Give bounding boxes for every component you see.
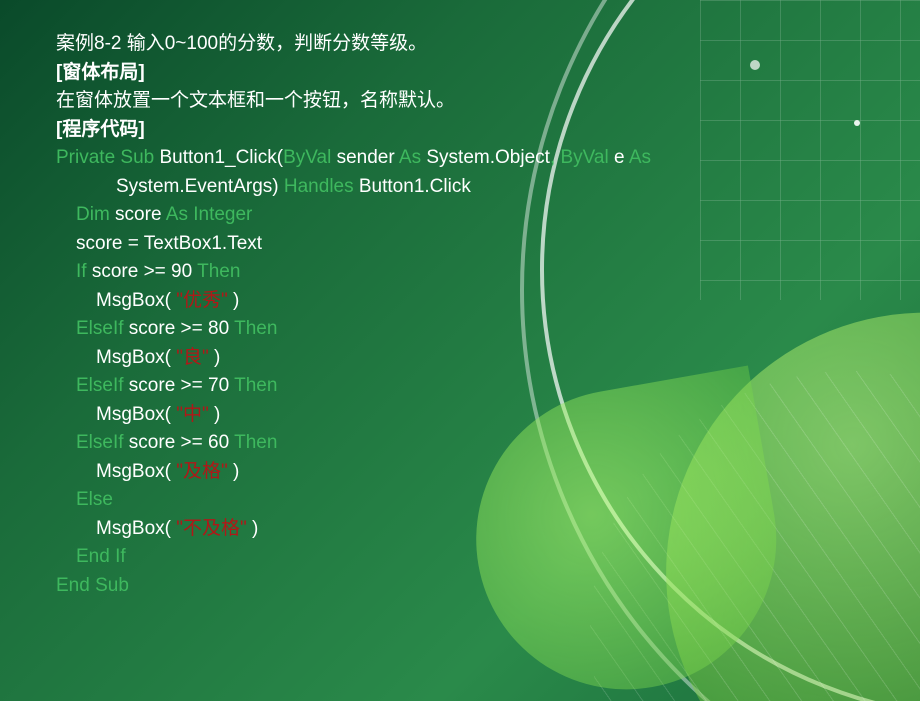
section-heading-code: [程序代码] — [56, 116, 920, 145]
code-text: Button1_Click( — [154, 147, 283, 168]
code-text: Button1.Click — [354, 176, 471, 197]
code-line: Dim score As Integer — [56, 201, 920, 230]
code-text: score >= 60 — [124, 432, 235, 453]
code-line: ElseIf score >= 70 Then — [56, 372, 920, 401]
code-line: MsgBox( "中" ) — [56, 401, 920, 430]
code-text: sender — [331, 147, 399, 168]
code-text: score — [110, 204, 166, 225]
code-text: MsgBox( — [96, 404, 176, 425]
code-text: score >= 70 — [124, 375, 235, 396]
keyword: Then — [234, 375, 277, 396]
keyword: Handles — [284, 176, 354, 197]
code-text: score >= 80 — [124, 318, 235, 339]
keyword: As — [629, 147, 651, 168]
string-literal: "中" — [176, 404, 209, 425]
code-text: , — [550, 147, 561, 168]
code-line: MsgBox( "不及格" ) — [56, 515, 920, 544]
keyword: Then — [234, 318, 277, 339]
keyword: As Integer — [166, 204, 253, 225]
keyword: Dim — [76, 204, 110, 225]
code-line: ElseIf score >= 80 Then — [56, 315, 920, 344]
string-literal: "不及格" — [176, 518, 247, 539]
code-line: ElseIf score >= 60 Then — [56, 429, 920, 458]
code-line: Else — [56, 486, 920, 515]
code-line: score = TextBox1.Text — [56, 230, 920, 259]
code-line: MsgBox( "及格" ) — [56, 458, 920, 487]
case-title: 案例8-2 输入0~100的分数，判断分数等级。 — [56, 30, 920, 59]
code-text: ) — [228, 290, 240, 311]
keyword: Then — [234, 432, 277, 453]
code-text: System.Object — [421, 147, 550, 168]
keyword: As — [399, 147, 421, 168]
string-literal: "及格" — [176, 461, 228, 482]
keyword: Then — [197, 261, 240, 282]
section-heading-layout: [窗体布局] — [56, 59, 920, 88]
code-line: Private Sub Button1_Click(ByVal sender A… — [56, 144, 920, 173]
slide-content: 案例8-2 输入0~100的分数，判断分数等级。 [窗体布局] 在窗体放置一个文… — [0, 0, 920, 600]
code-line: System.EventArgs) Handles Button1.Click — [56, 173, 920, 202]
code-line: MsgBox( "优秀" ) — [56, 287, 920, 316]
keyword: ByVal — [283, 147, 331, 168]
code-text: ) — [209, 404, 221, 425]
keyword: ElseIf — [76, 318, 124, 339]
string-literal: "优秀" — [176, 290, 228, 311]
code-text: e — [609, 147, 629, 168]
code-text: MsgBox( — [96, 518, 176, 539]
code-line: If score >= 90 Then — [56, 258, 920, 287]
code-text: ) — [247, 518, 259, 539]
code-text: ) — [209, 347, 221, 368]
code-line: End If — [56, 543, 920, 572]
code-text: System.EventArgs) — [116, 176, 284, 197]
keyword: ElseIf — [76, 375, 124, 396]
code-text: MsgBox( — [96, 461, 176, 482]
code-text: MsgBox( — [96, 347, 176, 368]
code-block: Private Sub Button1_Click(ByVal sender A… — [56, 144, 920, 600]
code-text: score >= 90 — [87, 261, 198, 282]
code-text: MsgBox( — [96, 290, 176, 311]
layout-description: 在窗体放置一个文本框和一个按钮，名称默认。 — [56, 87, 920, 116]
keyword: Private Sub — [56, 147, 154, 168]
code-line: MsgBox( "良" ) — [56, 344, 920, 373]
keyword: ElseIf — [76, 432, 124, 453]
keyword: ByVal — [561, 147, 609, 168]
keyword: If — [76, 261, 87, 282]
code-line: End Sub — [56, 572, 920, 601]
code-text: ) — [228, 461, 240, 482]
string-literal: "良" — [176, 347, 209, 368]
